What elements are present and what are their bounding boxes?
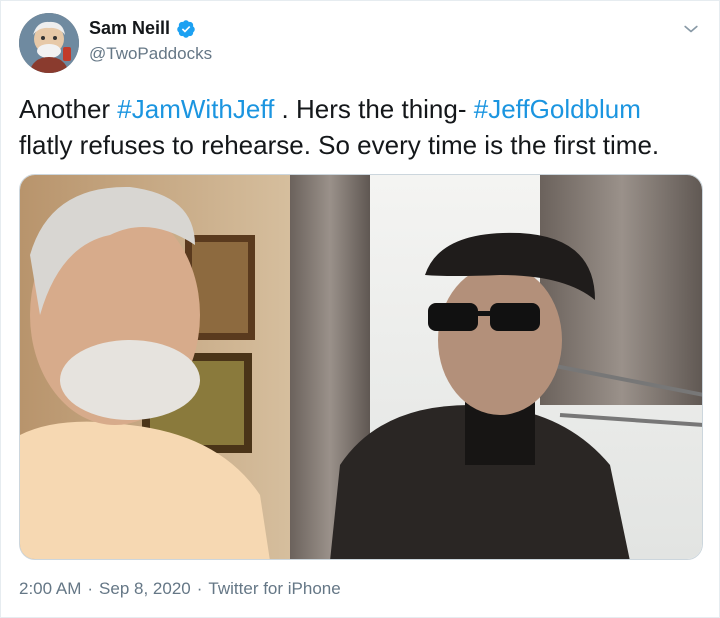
meta-separator: · [87, 579, 94, 598]
tweet-date[interactable]: Sep 8, 2020 [99, 579, 191, 599]
author-handle[interactable]: @TwoPaddocks [89, 44, 212, 64]
tweet-meta: 2:00 AM · Sep 8, 2020 · Twitter for iPho… [19, 579, 341, 599]
tweet-text-segment: Another [19, 94, 118, 124]
display-name[interactable]: Sam Neill [89, 18, 196, 39]
tweet-time[interactable]: 2:00 AM [19, 579, 81, 599]
tweet-text: Another #JamWithJeff . Hers the thing- #… [19, 91, 709, 163]
tweet-source[interactable]: Twitter for iPhone [208, 579, 340, 599]
author-avatar[interactable] [19, 13, 79, 73]
tweet-line-2: flatly refuses to rehearse. So every tim… [19, 130, 660, 160]
hashtag-jamwithjeff[interactable]: #JamWithJeff [117, 94, 274, 124]
tweet-card: Sam Neill @TwoPaddocks Another #JamWithJ… [0, 0, 720, 618]
tweet-line-1: Another #JamWithJeff . Hers the thing- #… [19, 91, 709, 127]
hashtag-jeffgoldblum[interactable]: #JeffGoldblum [474, 94, 641, 124]
video-thumbnail[interactable] [19, 174, 703, 560]
meta-separator: · [196, 579, 203, 598]
verified-badge-icon [177, 19, 195, 38]
video-still-image [20, 175, 702, 559]
avatar-image [19, 13, 79, 73]
chevron-down-icon[interactable] [681, 19, 701, 39]
display-name-text: Sam Neill [89, 18, 171, 38]
tweet-text-segment: . Hers the thing- [274, 94, 474, 124]
